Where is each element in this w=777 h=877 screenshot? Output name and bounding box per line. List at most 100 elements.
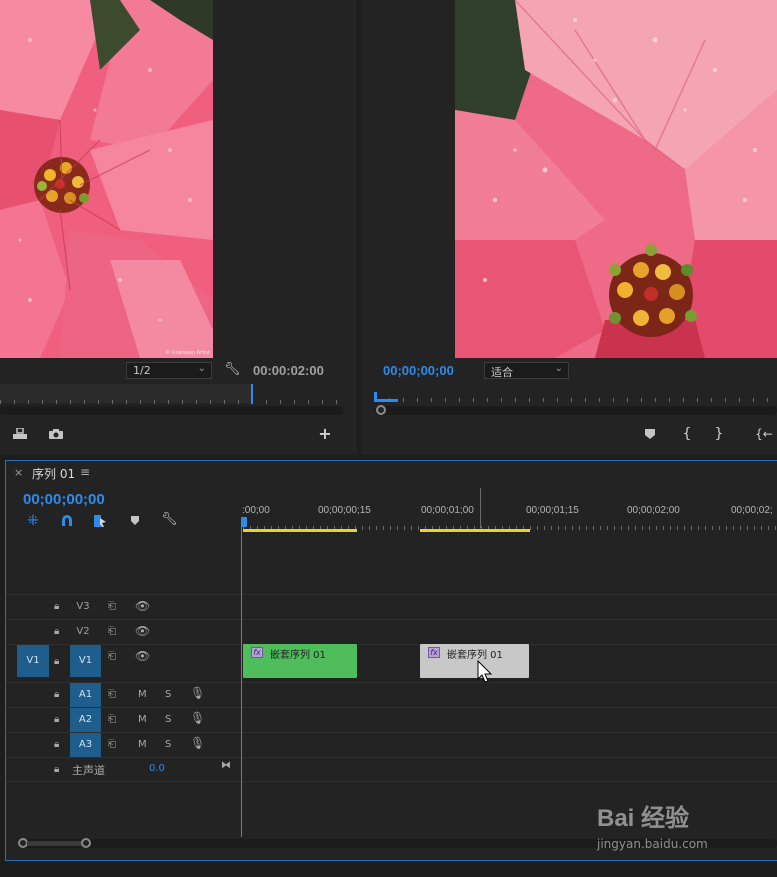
ruler-label-3: 00;00;01;15 [526,505,579,516]
toggle-sync-icon[interactable]: ⎗ [108,688,116,702]
program-fit-value: 适合 [491,366,513,379]
scroll-thumb[interactable] [27,841,83,846]
baidu-watermark-logo: Bai 经验 jingyan.baidu.com [597,798,747,851]
scroll-handle-right[interactable] [81,838,91,848]
source-monitor-panel: © Unknown Artist 1/2 ⌄ 🔧︎ 00:00:02:00 + [0,0,357,455]
source-patch-v1[interactable]: V1 [17,645,49,677]
mute-button[interactable]: M [138,713,147,727]
track-label-v3[interactable]: V3 [70,595,96,619]
go-to-edit-point-icon[interactable]: ⧓ [221,759,231,773]
work-area-bar-1[interactable] [243,529,357,532]
linked-selection-icon[interactable] [92,514,108,531]
lock-icon[interactable]: 🔒︎ [54,738,59,752]
chevron-down-icon: ⌄ [197,363,206,374]
baidu-watermark-url: jingyan.baidu.com [597,837,708,851]
source-timecode[interactable]: 00:00:02:00 [253,363,324,378]
marker-icon[interactable] [643,428,657,443]
clip-label: 嵌套序列 01 [447,650,503,661]
program-ruler-ticks [375,392,777,402]
timeline-close-icon[interactable]: × [14,466,23,479]
lock-icon[interactable]: 🔒︎ [54,688,59,702]
mark-in-icon[interactable]: { [680,427,694,441]
lock-icon[interactable]: 🔒︎ [54,625,59,639]
work-area-bar-2[interactable] [420,529,530,532]
track-label-v2[interactable]: V2 [70,620,96,644]
go-to-in-icon[interactable]: {← [755,427,773,441]
program-video-image[interactable] [455,0,777,358]
program-timecode[interactable]: 00;00;00;00 [383,363,454,378]
microphone-icon[interactable]: 🎙︎ [190,736,205,750]
mute-button[interactable]: M [138,738,147,752]
track-row-v2 [6,619,777,644]
clip-label: 嵌套序列 01 [270,650,326,661]
eye-icon[interactable]: 👁︎ [135,624,150,638]
timeline-timecode[interactable]: 00;00;00;00 [23,491,105,508]
insert-icon[interactable] [11,427,29,443]
lock-icon[interactable]: 🔒︎ [54,600,59,614]
add-marker-icon[interactable] [129,515,141,529]
source-zoom-value: 1/2 [133,364,151,377]
program-playhead[interactable] [374,392,398,402]
ruler-label-4: 00;00;02;00 [627,505,680,516]
source-zoom-select[interactable]: 1/2 ⌄ [126,362,212,379]
ruler-tick-major [480,488,481,528]
track-row-a2 [6,707,777,732]
microphone-icon[interactable]: 🎙︎ [190,686,205,700]
toggle-sync-icon[interactable]: ⎗ [108,625,116,639]
track-row-v1 [6,644,777,682]
ruler-label-2: 00;00;01;00 [421,505,474,516]
fx-badge-icon: fx [251,647,263,658]
mouse-cursor-icon [477,659,493,687]
clip-nested-sequence-2[interactable]: fx 嵌套序列 01 [420,644,529,678]
clip-nested-sequence-1[interactable]: fx 嵌套序列 01 [243,644,357,678]
source-scroll-track[interactable] [0,406,343,415]
chevron-down-icon: ⌄ [554,363,563,374]
timeline-tab-title[interactable]: 序列 01 [32,465,75,482]
timeline-settings-wrench-icon[interactable]: 🔧︎ [161,513,178,527]
timeline-playhead-line[interactable] [241,520,242,837]
toggle-sync-icon[interactable]: ⎗ [108,738,116,752]
snap-magnet-icon[interactable] [59,514,75,531]
source-playhead[interactable] [251,384,253,404]
track-row-a3 [6,732,777,757]
mute-button[interactable]: M [138,688,147,702]
fx-badge-icon: fx [428,647,440,658]
lock-icon[interactable]: 🔒︎ [54,763,59,777]
ruler-label-5: 00;00;02; [731,505,773,516]
toggle-sync-icon[interactable]: ⎗ [108,713,116,727]
track-row-a1 [6,682,777,707]
eye-icon[interactable]: 👁︎ [135,599,150,613]
track-row-master [6,757,777,782]
master-track-label[interactable]: 主声道 [72,762,105,778]
source-watermark: © Unknown Artist [165,350,210,356]
program-scroll-handle[interactable] [376,405,386,415]
wrench-icon[interactable]: 🔧︎ [224,363,241,377]
track-label-a2[interactable]: A2 [70,708,101,732]
microphone-icon[interactable]: 🎙︎ [190,711,205,725]
solo-button[interactable]: S [165,688,171,702]
ruler-label-1: 00;00;00;15 [318,505,371,516]
lock-icon[interactable]: 🔒︎ [54,655,59,669]
track-label-v1[interactable]: V1 [70,645,101,677]
source-ruler-ticks [0,394,340,404]
nest-toggle-icon[interactable]: ⁜ [25,514,41,528]
timeline-playhead-handle[interactable] [241,517,247,527]
camera-icon[interactable] [48,428,64,443]
toggle-sync-icon[interactable]: ⎗ [108,650,116,664]
add-button-icon[interactable]: + [318,426,332,442]
program-scroll-track[interactable] [375,406,777,415]
track-row-v3 [6,594,777,619]
timeline-menu-icon[interactable]: ≡ [80,465,90,479]
eye-icon[interactable]: 👁︎ [135,649,150,663]
baidu-watermark-brand: Bai 经验 [597,805,690,832]
master-volume-value[interactable]: 0.0 [149,763,165,774]
solo-button[interactable]: S [165,713,171,727]
mark-out-icon[interactable]: } [712,427,726,441]
solo-button[interactable]: S [165,738,171,752]
program-fit-select[interactable]: 适合 ⌄ [484,362,569,379]
lock-icon[interactable]: 🔒︎ [54,713,59,727]
track-label-a1[interactable]: A1 [70,683,101,707]
toggle-sync-icon[interactable]: ⎗ [108,600,116,614]
track-label-a3[interactable]: A3 [70,733,101,757]
source-video-image[interactable]: © Unknown Artist [0,0,213,358]
